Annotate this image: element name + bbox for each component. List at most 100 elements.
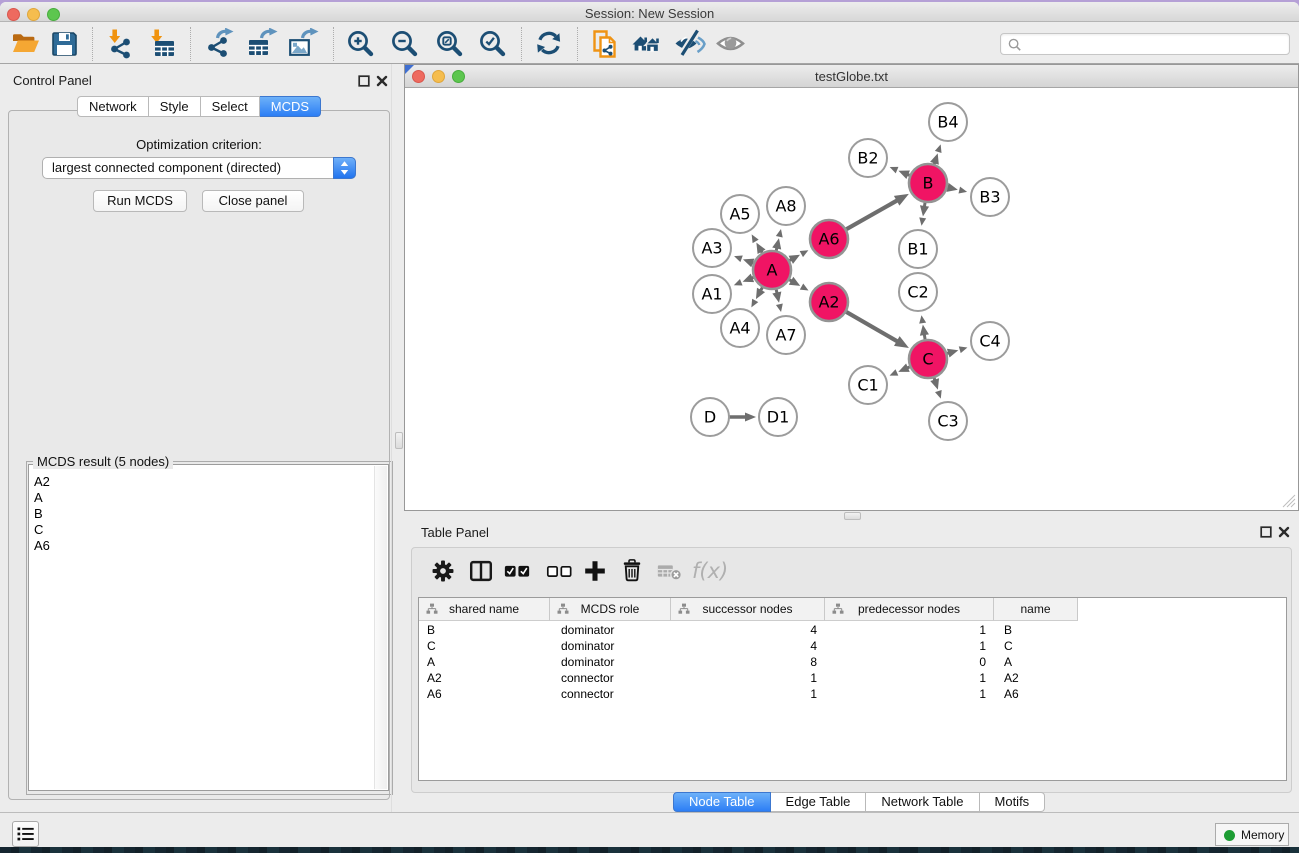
vertical-splitter-grip[interactable]	[395, 432, 403, 449]
search-input[interactable]	[1000, 33, 1290, 55]
tab-style[interactable]: Style	[149, 96, 201, 117]
table-cell: A6	[427, 687, 542, 701]
graph-node-label: A4	[729, 319, 750, 338]
result-item[interactable]: C	[34, 522, 50, 538]
column-header-label: predecessor nodes	[825, 602, 993, 616]
tab-motifs[interactable]: Motifs	[980, 792, 1046, 812]
close-panel-icon[interactable]	[376, 75, 388, 87]
refresh-icon-glyph	[533, 28, 565, 60]
save-session-icon[interactable]	[48, 28, 80, 60]
network-canvas[interactable]: AA1A3A5A8A4A7A6A2BB1B2B3B4CC1C2C3C4DD1	[405, 89, 1298, 510]
table-cell: connector	[561, 687, 661, 701]
delete-column-icon-glyph	[618, 557, 646, 585]
column-header-predecessor-nodes[interactable]: predecessor nodes	[825, 598, 994, 621]
tab-edge-table[interactable]: Edge Table	[771, 792, 867, 812]
tab-select[interactable]: Select	[201, 96, 260, 117]
open-file-icon[interactable]	[9, 28, 41, 60]
network-view-window: testGlobe.txt AA1A3A5A8A4A7A6A2BB1B2B3B4…	[404, 64, 1299, 511]
memory-status-icon	[1224, 830, 1235, 841]
result-item[interactable]: A6	[34, 538, 50, 554]
column-header-successor-nodes[interactable]: successor nodes	[671, 598, 825, 621]
table-row-B[interactable]: Bdominator41B	[419, 622, 1288, 638]
open-session-icon[interactable]	[590, 28, 622, 60]
show-columns-icon-glyph	[503, 557, 531, 585]
delete-table-icon-glyph	[656, 557, 684, 585]
memory-button[interactable]: Memory	[1215, 823, 1289, 846]
toolbar-separator	[333, 27, 334, 61]
mcds-result-box: MCDS result (5 nodes) A2ABCA6	[26, 461, 393, 795]
close-panel-button[interactable]: Close panel	[202, 190, 304, 212]
zoom-selected-icon-glyph	[477, 28, 509, 60]
graph-edge[interactable]	[846, 198, 901, 229]
table-settings-icon[interactable]	[429, 557, 457, 585]
float-table-panel-icon[interactable]	[1260, 526, 1272, 538]
hide-columns-icon[interactable]	[545, 557, 573, 585]
result-item[interactable]: A2	[34, 474, 50, 490]
task-history-button[interactable]	[12, 821, 39, 847]
delete-column-icon[interactable]	[618, 557, 646, 585]
column-header-MCDS-role[interactable]: MCDS role	[550, 598, 671, 621]
edge-arrow-icon	[920, 205, 929, 216]
table-row-C[interactable]: Cdominator41C	[419, 638, 1288, 654]
hide-graphics-details-icon[interactable]	[674, 28, 706, 60]
edge-arrow-icon	[890, 167, 899, 173]
float-panel-icon[interactable]	[358, 75, 370, 87]
zoom-out-icon[interactable]	[389, 28, 421, 60]
tab-network[interactable]: Network	[77, 96, 149, 117]
export-image-icon[interactable]	[287, 28, 319, 60]
refresh-icon[interactable]	[533, 28, 565, 60]
network-overview-icon[interactable]	[631, 28, 663, 60]
split-panel-icon[interactable]	[467, 557, 495, 585]
import-network-icon[interactable]	[104, 28, 136, 60]
function-builder-icon[interactable]: f(x)	[690, 557, 734, 585]
table-cell: C	[427, 639, 542, 653]
graph-node-label: A8	[775, 197, 796, 216]
edge-arrow-icon	[776, 229, 783, 238]
create-column-icon[interactable]	[581, 557, 609, 585]
edge-arrow-icon	[930, 378, 939, 389]
edge-arrow-icon	[920, 325, 929, 336]
float-table-panel-icon-glyph	[1260, 526, 1272, 538]
zoom-selected-icon[interactable]	[477, 28, 509, 60]
edge-arrow-icon	[947, 349, 958, 358]
table-cell: dominator	[561, 639, 661, 653]
table-row-A6[interactable]: A6connector11A6	[419, 686, 1288, 702]
export-table-icon[interactable]	[246, 28, 278, 60]
run-mcds-button[interactable]: Run MCDS	[93, 190, 187, 212]
task-list-icon	[13, 822, 38, 846]
show-graphics-details-icon[interactable]	[716, 28, 748, 60]
mcds-result-list[interactable]: A2ABCA6	[28, 464, 389, 791]
zoom-fit-icon[interactable]	[434, 28, 466, 60]
show-columns-icon[interactable]	[503, 557, 531, 585]
tab-mcds[interactable]: MCDS	[260, 96, 321, 117]
table-row-A2[interactable]: A2connector11A2	[419, 670, 1288, 686]
tab-network-table[interactable]: Network Table	[866, 792, 979, 812]
close-table-panel-icon[interactable]	[1278, 526, 1290, 538]
tab-node-table[interactable]: Node Table	[673, 792, 771, 812]
table-cell: 0	[825, 655, 986, 669]
delete-table-icon[interactable]	[656, 557, 684, 585]
graph-edge[interactable]	[845, 311, 901, 343]
import-table-icon[interactable]	[146, 28, 178, 60]
graph-node-label: C3	[937, 412, 958, 431]
criterion-dropdown[interactable]: largest connected component (directed)	[42, 157, 356, 179]
result-item[interactable]: B	[34, 506, 50, 522]
export-network-icon[interactable]	[205, 28, 237, 60]
result-scrollbar[interactable]	[374, 466, 387, 789]
column-header-shared-name[interactable]: shared name	[419, 598, 550, 621]
column-header-name[interactable]: name	[994, 598, 1078, 621]
graph-node-label: A7	[775, 326, 796, 345]
float-panel-icon-glyph	[358, 75, 370, 87]
table-row-A[interactable]: Adominator80A	[419, 654, 1288, 670]
split-panel-icon-glyph	[467, 557, 495, 585]
table-cell: C	[1004, 639, 1074, 653]
result-item[interactable]: A	[34, 490, 50, 506]
open-session-icon-glyph	[590, 28, 622, 60]
zoom-in-icon[interactable]	[345, 28, 377, 60]
graph-node-label: A6	[818, 230, 839, 249]
zoom-out-icon-glyph	[389, 28, 421, 60]
network-window-titlebar[interactable]: testGlobe.txt	[405, 65, 1298, 88]
graph-node-label: C4	[979, 332, 1000, 351]
table-cell: A	[427, 655, 542, 669]
resize-grip-icon[interactable]	[1282, 494, 1296, 508]
